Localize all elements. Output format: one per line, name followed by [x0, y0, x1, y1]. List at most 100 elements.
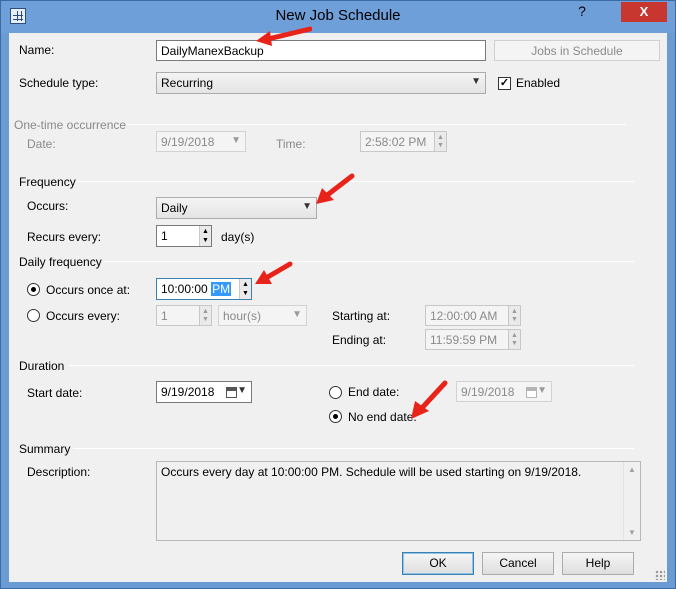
cancel-button[interactable]: Cancel	[482, 552, 554, 575]
date-label: Date:	[27, 137, 56, 151]
spin-up-icon: ▲	[202, 228, 209, 235]
occurs-every-radio[interactable]	[27, 309, 40, 322]
start-date-picker[interactable]: 9/19/2018 ▼	[156, 381, 252, 403]
group-divider	[73, 448, 634, 449]
occurs-once-time-input[interactable]: 10:00:00 PM ▲ ▼	[156, 278, 252, 300]
frequency-group-label: Frequency	[19, 175, 76, 189]
jobs-in-schedule-button[interactable]: Jobs in Schedule	[494, 40, 660, 61]
dialog-body: Name: DailyManexBackup Jobs in Schedule …	[9, 26, 667, 582]
occurs-every-label: Occurs every:	[46, 309, 121, 323]
title-bar[interactable]: New Job Schedule ? X	[1, 1, 675, 33]
end-date-radio[interactable]	[329, 386, 342, 399]
summary-group-label: Summary	[19, 442, 71, 456]
occurs-once-label: Occurs once at:	[46, 283, 131, 297]
schedule-type-select[interactable]: Recurring ▼	[156, 72, 486, 94]
spin-up-icon: ▲	[511, 332, 518, 339]
occurs-value: Daily	[161, 201, 188, 215]
description-value: Occurs every day at 10:00:00 PM. Schedul…	[161, 465, 582, 479]
daily-frequency-group-label: Daily frequency	[19, 255, 102, 269]
end-date-picker[interactable]: 9/19/2018 ▼	[456, 381, 552, 402]
spin-up-icon: ▲	[437, 134, 444, 141]
one-time-group-label: One-time occurrence	[14, 118, 127, 132]
every-spinner[interactable]: ▲ ▼	[199, 306, 211, 325]
recurs-spinner[interactable]: ▲ ▼	[199, 226, 211, 246]
starting-at-label: Starting at:	[332, 309, 391, 323]
time-label: Time:	[276, 137, 306, 151]
spin-down-icon: ▼	[242, 290, 249, 297]
starting-spinner[interactable]: ▲ ▼	[508, 306, 520, 325]
group-divider	[77, 181, 634, 182]
schedule-type-value: Recurring	[161, 76, 214, 90]
time-spinner[interactable]: ▲ ▼	[434, 132, 446, 151]
red-arrow-icon	[316, 173, 355, 204]
chevron-down-icon: ▼	[231, 135, 241, 146]
occurs-every-input[interactable]: 1 ▲ ▼	[156, 305, 212, 326]
description-scrollbar[interactable]: ▲ ▼	[623, 462, 640, 540]
chevron-down-icon: ▼	[471, 76, 481, 87]
spin-down-icon: ▼	[511, 340, 518, 347]
starting-at-input[interactable]: 12:00:00 AM ▲ ▼	[425, 305, 521, 326]
starting-at-value: 12:00:00 AM	[430, 309, 498, 323]
end-date-label: End date:	[348, 385, 400, 399]
ending-at-label: Ending at:	[332, 333, 387, 347]
once-time-spinner[interactable]: ▲ ▼	[239, 279, 251, 299]
job-schedule-window: New Job Schedule ? X Name: DailyManexBac…	[0, 0, 676, 589]
spin-up-icon: ▲	[202, 308, 209, 315]
close-button[interactable]: X	[621, 2, 667, 22]
calendar-icon	[226, 387, 237, 398]
end-date-value: 9/19/2018	[461, 385, 515, 399]
recurs-unit-label: day(s)	[221, 230, 255, 244]
recurs-every-input[interactable]: 1 ▲ ▼	[156, 225, 212, 247]
ampm-selection: PM	[211, 282, 232, 296]
group-divider	[126, 124, 626, 125]
ending-spinner[interactable]: ▲ ▼	[508, 330, 520, 349]
chevron-down-icon: ▼	[292, 309, 302, 320]
occurs-every-value: 1	[161, 309, 168, 323]
spin-down-icon: ▼	[202, 237, 209, 244]
every-unit-select[interactable]: hour(s) ▼	[218, 305, 307, 326]
enabled-checkbox[interactable]: ✓	[498, 77, 511, 90]
ending-at-input[interactable]: 11:59:59 PM ▲ ▼	[425, 329, 521, 350]
resize-grip-icon[interactable]	[655, 570, 665, 580]
scroll-up-icon: ▲	[628, 465, 636, 474]
chevron-down-icon: ▼	[237, 385, 247, 396]
chevron-down-icon: ▼	[537, 385, 547, 396]
group-divider	[104, 261, 634, 262]
every-unit-value: hour(s)	[223, 309, 262, 323]
schedule-type-label: Schedule type:	[19, 76, 99, 90]
spin-down-icon: ▼	[202, 316, 209, 323]
name-label: Name:	[19, 43, 55, 57]
spin-down-icon: ▼	[437, 142, 444, 149]
group-divider	[69, 365, 634, 366]
duration-group-label: Duration	[19, 359, 65, 373]
one-time-date-value: 9/19/2018	[161, 135, 215, 149]
occurs-select[interactable]: Daily ▼	[156, 197, 317, 219]
calendar-icon	[526, 387, 537, 398]
spin-up-icon: ▲	[242, 281, 249, 288]
enabled-label: Enabled	[516, 76, 561, 90]
chevron-down-icon: ▼	[302, 201, 312, 212]
title-help-button[interactable]: ?	[570, 2, 594, 22]
description-textarea[interactable]: Occurs every day at 10:00:00 PM. Schedul…	[156, 461, 641, 541]
scroll-down-icon: ▼	[628, 528, 636, 537]
occurs-once-time-value: 10:00:00	[161, 282, 208, 296]
ending-at-value: 11:59:59 PM	[430, 333, 498, 347]
one-time-time-value: 2:58:02 PM	[365, 135, 427, 149]
one-time-time-input[interactable]: 2:58:02 PM ▲ ▼	[360, 131, 447, 152]
description-label: Description:	[27, 465, 91, 479]
recurs-every-label: Recurs every:	[27, 230, 102, 244]
spin-up-icon: ▲	[511, 308, 518, 315]
name-input[interactable]: DailyManexBackup	[156, 40, 486, 61]
ok-button[interactable]: OK	[402, 552, 474, 575]
recurs-every-value: 1	[161, 229, 168, 243]
no-end-date-label: No end date:	[348, 410, 417, 424]
occurs-once-radio[interactable]	[27, 283, 40, 296]
one-time-date-picker[interactable]: 9/19/2018 ▼	[156, 131, 246, 152]
occurs-label: Occurs:	[27, 199, 69, 213]
start-date-value: 9/19/2018	[161, 385, 215, 399]
help-button[interactable]: Help	[562, 552, 634, 575]
spin-down-icon: ▼	[511, 316, 518, 323]
red-arrow-icon	[255, 261, 293, 284]
no-end-date-radio[interactable]	[329, 410, 342, 423]
start-date-label: Start date:	[27, 386, 83, 400]
